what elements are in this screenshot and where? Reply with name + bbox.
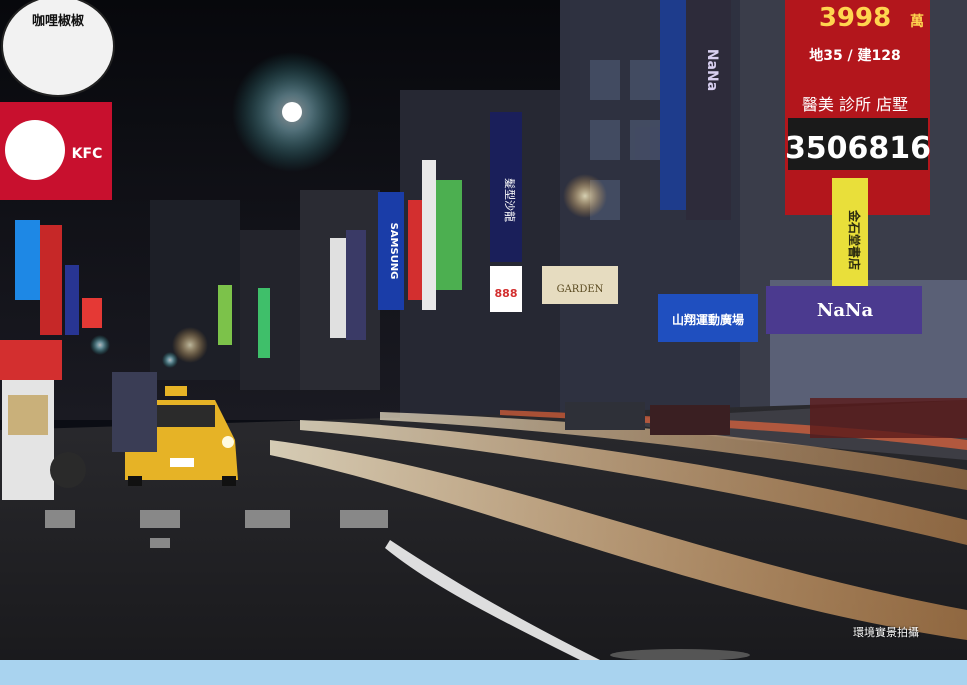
- photo-caption: 環境實景拍攝: [853, 626, 919, 639]
- clinic-text: 醫美 診所 店墅: [802, 95, 908, 114]
- bookstore-sign: 金石堂書店: [847, 209, 862, 270]
- bottom-strip: [0, 660, 967, 685]
- floor-info: 地35 / 建128: [809, 47, 901, 64]
- samsung-sign-text: SAMSUNG: [388, 223, 399, 280]
- nana-vertical-sign: NaNa: [704, 49, 720, 91]
- night-street-photo: 咖哩椒椒 KFC SAMSUNG 髮型沙龍 888 GARDEN NaNa 39…: [0, 0, 967, 660]
- curry-shop-sign: 咖哩椒椒: [32, 13, 84, 29]
- price-sign: 3998: [819, 3, 891, 33]
- price-unit: 萬: [910, 13, 924, 30]
- price-888-sign: 888: [495, 287, 518, 300]
- hair-salon-sign: 髮型沙龍: [503, 178, 517, 222]
- garden-sign-text: GARDEN: [557, 284, 604, 295]
- sports-shop-sign: 山翔運動廣場: [672, 312, 744, 327]
- nana-shop-sign: NaNa: [817, 300, 874, 321]
- kfc-sign-text: KFC: [72, 146, 103, 162]
- phone-number: 3506816: [785, 131, 931, 166]
- photo-frame: 咖哩椒椒 KFC SAMSUNG 髮型沙龍 888 GARDEN NaNa 39…: [0, 0, 967, 685]
